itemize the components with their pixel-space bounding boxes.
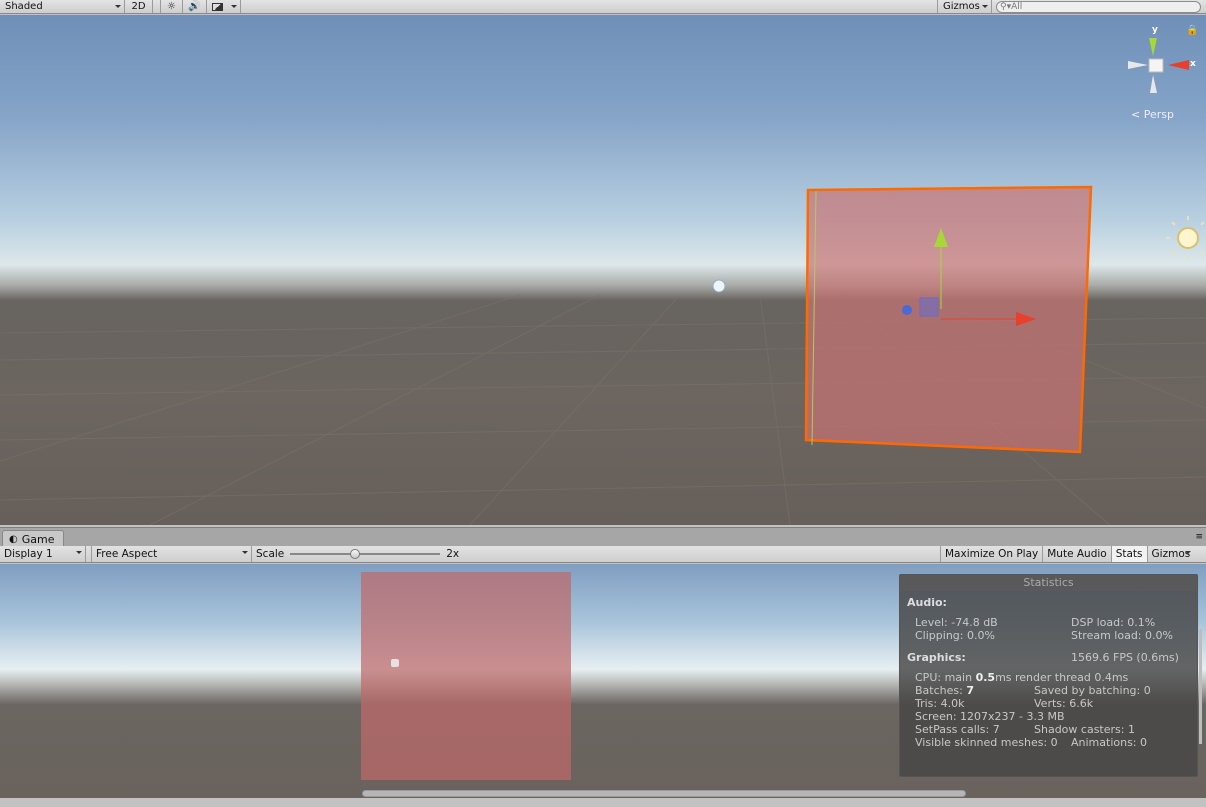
gizmo-x-label: x — [1190, 59, 1196, 69]
scene-audio-button[interactable]: 🔊 — [183, 0, 207, 13]
audio-clipping: Clipping: 0.0% — [915, 629, 995, 642]
verts-stat: Verts: 6.6k — [1034, 697, 1094, 710]
shadow-casters-stat: Shadow casters: 1 — [1034, 723, 1135, 736]
lock-icon[interactable]: 🔒 — [1186, 25, 1198, 36]
plane-handle[interactable] — [919, 297, 939, 317]
dsp-load: DSP load: 0.1% — [1071, 616, 1156, 629]
gizmo-y-label: y — [1152, 25, 1158, 35]
scale-slider[interactable] — [290, 548, 441, 560]
image-effects-icon — [212, 2, 223, 11]
stats-button[interactable]: Stats — [1111, 546, 1148, 562]
maximize-label: Maximize On Play — [945, 548, 1039, 560]
light-gizmo-icon[interactable] — [1166, 216, 1205, 260]
2d-toggle-button[interactable]: 2D — [125, 0, 153, 13]
orientation-gizmo[interactable] — [1128, 38, 1189, 93]
game-vscroll[interactable] — [1199, 629, 1202, 744]
game-cube — [361, 572, 571, 780]
scene-gizmos-label: Gizmos — [943, 1, 980, 12]
mute-label: Mute Audio — [1047, 548, 1107, 560]
statistics-title: Statistics — [900, 575, 1197, 591]
panel-menu-icon[interactable]: ≡ — [1195, 532, 1203, 542]
shading-mode-label: Shaded — [5, 1, 43, 12]
scene-search-field[interactable]: ⚲▾ All — [996, 0, 1201, 13]
cpu-suffix: ms render thread 0.4ms — [995, 671, 1129, 684]
maximize-on-play-button[interactable]: Maximize On Play — [940, 546, 1044, 562]
game-gizmos-dropdown[interactable]: Gizmos — [1148, 546, 1195, 562]
batches-value: 7 — [966, 684, 974, 697]
bottom-bar — [0, 798, 1206, 807]
camera-gizmo-icon[interactable] — [712, 279, 726, 293]
statistics-panel: Statistics Audio: Level: -74.8 dB DSP lo… — [899, 574, 1198, 777]
mute-audio-button[interactable]: Mute Audio — [1043, 546, 1112, 562]
scale-value: 2x — [446, 548, 460, 560]
game-object-sphere — [391, 659, 399, 667]
scene-gizmos-dropdown[interactable]: Gizmos — [937, 0, 992, 13]
aspect-label: Free Aspect — [96, 548, 158, 560]
audio-level: Level: -74.8 dB — [915, 616, 998, 629]
scale-label: Scale — [256, 548, 285, 560]
2d-toggle-label: 2D — [131, 1, 146, 12]
scene-toolbar: Shaded 2D ☼ 🔊 Gizmos ⚲▾ All — [0, 0, 1206, 14]
display-dropdown[interactable]: Display 1 — [0, 546, 86, 562]
aspect-dropdown[interactable]: Free Aspect — [92, 546, 252, 562]
stream-load: Stream load: 0.0% — [1071, 629, 1173, 642]
saved-by-batching: Saved by batching: 0 — [1034, 684, 1151, 697]
shading-mode-dropdown[interactable]: Shaded — [0, 0, 125, 13]
z-axis-handle[interactable] — [902, 305, 912, 315]
toolbar-spacer — [153, 0, 161, 13]
sun-icon: ☼ — [167, 1, 176, 12]
search-icon: ⚲▾ — [1000, 1, 1012, 12]
scale-control: Scale 2x — [252, 546, 940, 562]
scale-track — [290, 553, 441, 555]
cpu-prefix: CPU: main — [915, 671, 976, 684]
tab-game[interactable]: ◐ Game — [2, 530, 64, 547]
projection-label: Persp — [1143, 108, 1174, 121]
cpu-stats: CPU: main 0.5ms render thread 0.4ms — [915, 671, 1128, 684]
fps-readout: 1569.6 FPS (0.6ms) — [1071, 651, 1179, 664]
graphics-header: Graphics: — [907, 651, 966, 664]
skinned-meshes-stat: Visible skinned meshes: 0 — [915, 736, 1058, 749]
scene-view[interactable]: y x 🔒 < Persp — [0, 15, 1206, 525]
cpu-main-value: 0.5 — [975, 671, 996, 684]
scene-lighting-button[interactable]: ☼ — [161, 0, 183, 13]
game-toolbar: Display 1 Free Aspect Scale 2x Maximize … — [0, 546, 1206, 563]
display-label: Display 1 — [4, 548, 53, 560]
stats-label: Stats — [1115, 548, 1143, 560]
batches-stat: Batches: 7 — [915, 684, 974, 697]
projection-toggle[interactable]: < Persp — [1131, 108, 1174, 121]
setpass-stat: SetPass calls: 7 — [915, 723, 1000, 736]
tris-stat: Tris: 4.0k — [915, 697, 965, 710]
search-placeholder: All — [1011, 1, 1023, 12]
scene-grid-and-objects — [0, 38, 1206, 525]
game-tab-label: Game — [21, 532, 55, 546]
scene-effects-dropdown[interactable] — [207, 0, 241, 13]
game-gizmos-label: Gizmos — [1151, 548, 1191, 560]
batches-prefix: Batches: — [915, 684, 967, 697]
audio-header: Audio: — [907, 596, 947, 609]
audio-icon: 🔊 — [188, 1, 201, 12]
animations-stat: Animations: 0 — [1071, 736, 1148, 749]
scale-thumb[interactable] — [350, 549, 361, 559]
game-tab-bar: ◐ Game ≡ — [0, 527, 1206, 547]
game-hscroll[interactable] — [362, 790, 966, 797]
screen-stat: Screen: 1207x237 - 3.3 MB — [915, 710, 1065, 723]
game-tab-icon: ◐ — [9, 533, 18, 545]
